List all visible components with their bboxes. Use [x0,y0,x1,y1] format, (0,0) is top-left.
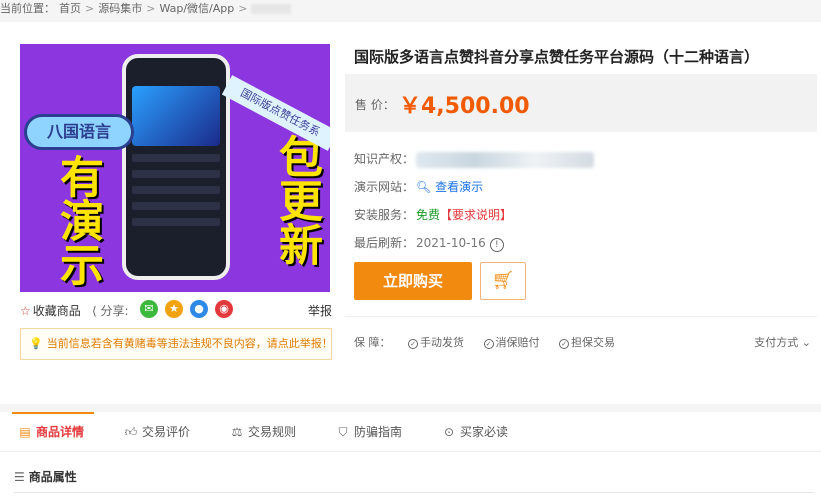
share-text: 分享: [100,304,129,318]
install-row: 安装服务： 免费【要求说明】 [354,206,512,223]
qq-icon[interactable]: ● [190,300,208,318]
breadcrumb-sep: > [85,2,95,15]
tab-anti-fraud[interactable]: ⛉ 防骗指南 [336,412,402,452]
list-search-icon: ☰ [14,470,25,484]
product-panel: 八国语言 有演示 包更新 国际版点赞任务系 ☆ 收藏商品 ⟨ 分享: ✉ ★ ● … [0,22,821,404]
breadcrumb-home[interactable]: 首页 [59,2,81,15]
attributes-section: ☰ 商品属性 [0,452,821,501]
check-icon: ✓ [559,339,569,349]
divider [345,316,817,317]
phone-screen-list [132,154,220,264]
ip-value-blurred [416,151,594,168]
search-icon: 🔍︎ [416,180,432,194]
share-label: ⟨ 分享: [92,302,129,319]
product-actions: ☆ 收藏商品 ⟨ 分享: ✉ ★ ● ◉ 举报 [20,298,332,320]
refresh-row: 最后刷新： 2021-10-16! [354,234,504,252]
detail-tabs: ▤ 商品详情 👍︎ 交易评价 ⚖︎ 交易规则 ⛉ 防骗指南 ⊙ 买家必读 [0,412,821,452]
price-value: ￥4,500.00 [399,94,530,119]
buy-now-button[interactable]: 立即购买 [354,262,472,300]
bulb-icon: 💡 [29,337,43,350]
attributes-heading: ☰ 商品属性 [14,470,77,484]
scale-icon: ⚖︎ [231,425,243,439]
guarantee-compensation: ✓ 消保赔付 [483,336,540,349]
qzone-icon[interactable]: ★ [165,300,183,318]
ip-label: 知识产权： [354,152,415,166]
payment-label: 支付方式 [754,336,799,349]
info-icon[interactable]: ! [489,238,504,252]
image-left-text: 有演示 [52,154,103,286]
price-label: 售 价： [355,98,395,112]
product-image[interactable]: 八国语言 有演示 包更新 国际版点赞任务系 [20,44,330,292]
tab-reviews[interactable]: 👍︎ 交易评价 [124,412,190,452]
demo-link[interactable]: 🔍︎ 查看演示 [416,180,483,194]
breadcrumb: 当前位置： 首页 > 源码集市 > Wap/微信/App > [0,0,821,20]
wechat-icon[interactable]: ✉ [140,300,158,318]
read-icon: ⊙ [443,425,455,439]
page: 当前位置： 首页 > 源码集市 > Wap/微信/App > 八国语言 有演示 包更新 国际… [0,0,821,501]
image-right-text: 包更新 [271,134,322,266]
shield-icon: ⛉ [338,425,348,439]
breadcrumb-market[interactable]: 源码集市 [98,2,142,15]
breadcrumb-sep: > [146,2,156,15]
install-free: 免费 [416,208,441,222]
cart-icon: 🛒︎ [491,270,515,291]
price-box: 售 价： ￥4,500.00 [345,74,817,132]
guarantee-row: 保 障： ✓ 手动发货 ✓ 消保赔付 ✓ 担保交易 [354,334,631,350]
check-icon: ✓ [408,339,418,349]
share-icon: ⟨ [92,304,101,318]
check-icon: ✓ [483,339,494,349]
chevron-down-icon: ⌄ [801,336,811,349]
thumb-icon: 👍︎ [124,425,138,439]
demo-link-text: 查看演示 [435,180,484,194]
tab-buyer-notice[interactable]: ⊙ 买家必读 [442,412,508,452]
phone-screen-banner [132,86,220,146]
breadcrumb-blurred-item [251,4,292,14]
product-title: 国际版多语言点赞抖音分享点赞任务平台源码（十二种语言） [354,48,760,66]
breadcrumb-category[interactable]: Wap/微信/App [159,2,234,15]
refresh-label: 最后刷新： [354,236,415,250]
detail-icon: ▤ [19,425,31,439]
payment-methods-dropdown[interactable]: 支付方式 ⌄ [754,334,811,350]
star-icon: ☆ [20,304,31,318]
image-tag: 八国语言 [24,114,134,150]
add-to-cart-button[interactable]: 🛒︎ [480,262,526,300]
phone-mockup [122,54,230,280]
demo-row: 演示网站： 🔍︎ 查看演示 [354,178,483,195]
refresh-date: 2021-10-16 [416,236,486,250]
favorite-button[interactable]: ☆ 收藏商品 [20,302,81,319]
notice-text: 当前信息若含有黄赌毒等违法违规不良内容，请点此举报！ [46,337,332,350]
demo-label: 演示网站： [354,180,415,194]
attributes-table-top [14,492,814,500]
install-label: 安装服务： [354,208,415,222]
weibo-icon[interactable]: ◉ [215,300,233,318]
guarantee-label: 保 障： [354,336,391,349]
ip-row: 知识产权： [354,150,594,168]
favorite-label: 收藏商品 [32,304,81,318]
tab-rules[interactable]: ⚖︎ 交易规则 [230,412,296,452]
report-link[interactable]: 举报 [308,302,332,319]
breadcrumb-sep: > [238,2,248,15]
guarantee-manual-delivery: ✓ 手动发货 [408,336,464,349]
report-notice[interactable]: 💡 当前信息若含有黄赌毒等违法违规不良内容，请点此举报！ [20,328,332,360]
tab-product-details[interactable]: ▤ 商品详情 [12,412,95,452]
install-requirements-link[interactable]: 【要求说明】 [440,208,512,222]
guarantee-escrow: ✓ 担保交易 [559,336,615,349]
breadcrumb-label: 当前位置： [0,2,55,15]
